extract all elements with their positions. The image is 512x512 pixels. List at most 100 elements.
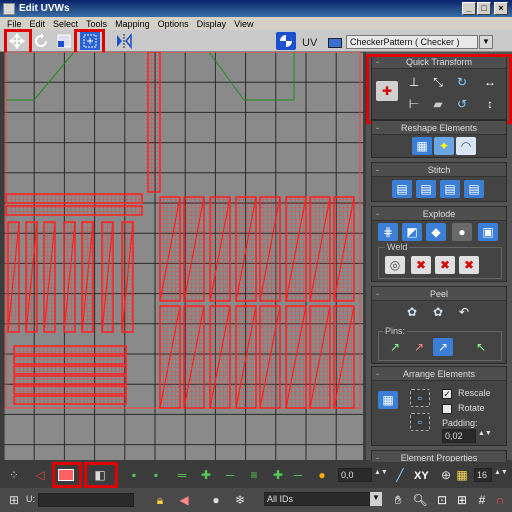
select-face-button[interactable] [56,466,76,484]
straighten-button[interactable]: ▰ [428,95,448,113]
stitch-average-button[interactable]: ▤ [416,180,436,198]
loop-shrink-button[interactable]: ✚ [268,466,288,484]
weld-selected-button[interactable]: ◎ [385,256,405,274]
freeze-button[interactable]: ❄ [230,491,250,509]
explode-header[interactable]: - Explode [372,207,506,221]
space-vertical-button[interactable]: ↕ [480,95,500,113]
menu-options[interactable]: Options [158,19,189,29]
material-id-select[interactable]: All IDs [264,492,370,506]
relax-dome-button[interactable]: ◠ [456,137,476,155]
stitch-to-source-button[interactable]: ▤ [440,180,460,198]
menu-mapping[interactable]: Mapping [115,19,150,29]
stitch-header[interactable]: - Stitch [372,163,506,177]
straighten-selection-button[interactable]: ▦ [412,137,432,155]
menu-tools[interactable]: Tools [86,19,107,29]
weld-all-button[interactable]: ✖ [435,256,455,274]
grid-size-spinner-icon[interactable]: ▲▼ [494,469,508,476]
relax-button[interactable]: ✦ [434,137,454,155]
quick-peel-button[interactable]: ✿ [402,303,422,321]
padding-input[interactable]: 0,02 [442,429,476,443]
minimize-button[interactable]: _ [462,2,476,15]
menu-file[interactable]: File [7,19,22,29]
map-select-arrow-icon[interactable]: ▼ [479,35,493,49]
xy-label[interactable]: XY [414,470,429,482]
zoom-button[interactable]: 🔍︎ [410,491,430,509]
scale-tool-button[interactable] [54,32,74,50]
align-vertical-button[interactable]: ⊢ [404,95,424,113]
shrink-selection-button[interactable]: ▪ [146,466,166,484]
pan-button[interactable]: ✋︎ [388,491,408,509]
auto-pin-button[interactable]: ↗ [433,338,453,356]
reset-peel-button[interactable]: ↶ [454,303,474,321]
snap-toggle-button[interactable]: ∩ [490,491,510,509]
maximize-button[interactable]: □ [477,2,491,15]
quick-transform-header[interactable]: - Quick Transform [372,55,506,69]
grid-snap-button[interactable]: ▦ [452,466,472,484]
detach-button[interactable]: ◩ [402,223,422,241]
close-button[interactable]: × [494,2,508,15]
ids-dropdown-arrow-icon[interactable]: ▼ [370,492,382,506]
unpin-selected-button[interactable]: ↗ [409,338,429,356]
falloff-button[interactable]: ╱ [390,466,410,484]
stitch-to-target-button[interactable]: ▤ [392,180,412,198]
mirror-tool-button[interactable] [114,32,134,50]
menu-view[interactable]: View [234,19,253,29]
paint-select-button[interactable]: ◀ [174,491,194,509]
pack-custom-button[interactable]: ▫ [410,389,430,407]
space-horizontal-button[interactable]: ↔ [480,73,500,91]
edge-select-button[interactable]: ─ [288,466,308,484]
select-edge-button[interactable]: ◁ [30,466,50,484]
select-element-button[interactable]: ◧ [90,466,110,484]
pack-normalize-button[interactable]: ▦ [378,391,398,409]
absolute-mode-button[interactable]: ⊞ [4,491,24,509]
rescale-checkbox[interactable]: ✓ [442,389,452,399]
grid-size-input[interactable]: 16 [474,468,492,482]
move-tool-button[interactable] [7,32,27,50]
reshape-header[interactable]: - Reshape Elements [372,121,506,135]
ring-shrink-button[interactable]: ─ [220,466,240,484]
set-pivot-button[interactable]: ✚ [376,81,398,101]
freeform-tool-button[interactable] [80,32,100,50]
select-vertex-button[interactable]: ⁘ [4,466,24,484]
rotate-checkbox[interactable] [442,404,452,414]
rotate-90-button[interactable]: ↻ [452,73,472,91]
arrange-header[interactable]: - Arrange Elements [372,367,506,381]
pack-together-button[interactable]: ▫ [410,413,430,431]
rotate-tool-button[interactable] [31,32,51,50]
ring-grow-button[interactable]: ✚ [196,466,216,484]
menu-select[interactable]: Select [53,19,78,29]
peel-mode-button[interactable]: ✿ [428,303,448,321]
lock-selection-button[interactable]: 🔒︎ [150,491,170,509]
select-pins-button[interactable]: ↖ [471,338,491,356]
show-map-button[interactable] [276,32,296,50]
display-options-icon[interactable] [328,38,342,48]
rotate-ccw-button[interactable]: ↺ [452,95,472,113]
align-diagonal-button[interactable]: ⤡ [428,73,448,91]
grid-toggle-button[interactable]: # [472,491,492,509]
zoom-extents-button[interactable]: ⊞ [452,491,472,509]
uv-viewport[interactable] [4,52,364,460]
flatten-by-smoothing-button[interactable]: ● [452,223,472,241]
flatten-by-material-button[interactable]: ▣ [478,223,498,241]
weld-threshold-button[interactable]: ✖ [459,256,479,274]
menu-edit[interactable]: Edit [30,19,46,29]
peel-header[interactable]: - Peel [372,287,506,301]
loop-grow-button[interactable]: ≡ [244,466,264,484]
map-select[interactable]: CheckerPattern ( Checker ) [346,35,478,49]
soft-select-spinner-icon[interactable]: ▲▼ [374,469,388,476]
soft-select-button[interactable]: ● [312,466,332,484]
menu-display[interactable]: Display [197,19,227,29]
break-button[interactable]: ⋕ [378,223,398,241]
uv-label[interactable]: UV [302,37,317,49]
padding-spinner-icon[interactable]: ▲▼ [478,430,492,437]
stitch-custom-button[interactable]: ▤ [464,180,484,198]
pin-selected-button[interactable]: ↗ [385,338,405,356]
align-horizontal-button[interactable]: ⊥ [404,73,424,91]
soft-select-value[interactable]: 0,0 [338,468,372,482]
flatten-by-polygon-button[interactable]: ◆ [426,223,446,241]
u-coord-input[interactable] [38,493,134,507]
hide-button[interactable]: ● [206,491,226,509]
zoom-region-button[interactable]: ⊡ [432,491,452,509]
grow-selection-button[interactable]: ▪ [124,466,144,484]
weld-target-button[interactable]: ✖ [411,256,431,274]
